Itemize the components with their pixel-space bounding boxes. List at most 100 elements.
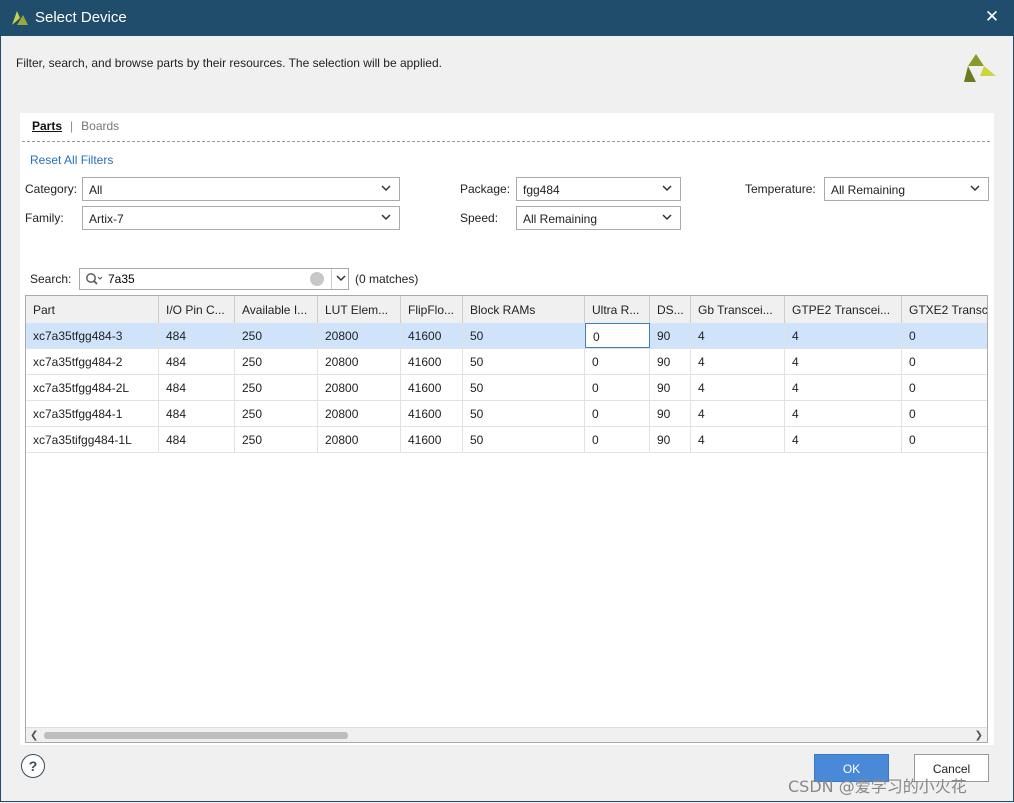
category-value: All (89, 183, 103, 197)
category-label: Category: (25, 182, 78, 196)
cell-block-rams: 50 (463, 349, 585, 374)
column-header-io-pins[interactable]: I/O Pin C... (159, 296, 235, 323)
cell-part: xc7a35tifgg484-1L (26, 427, 159, 452)
help-icon[interactable]: ? (21, 754, 45, 778)
cell-gtpe2-transceivers: 4 (785, 401, 902, 426)
reset-all-filters-link[interactable]: Reset All Filters (30, 153, 113, 167)
horizontal-scrollbar[interactable]: ❮ ❯ (26, 727, 987, 742)
cell-io-pins: 484 (159, 375, 235, 400)
scroll-left-icon[interactable]: ❮ (30, 730, 38, 741)
window-title: Select Device (35, 9, 127, 26)
search-icon[interactable] (85, 272, 103, 286)
speed-select[interactable]: All Remaining (516, 206, 681, 230)
cell-io-pins: 484 (159, 349, 235, 374)
cell-ultra-rams[interactable]: 0 (585, 323, 650, 348)
temperature-select[interactable]: All Remaining (824, 177, 989, 201)
cell-gb-transceivers: 4 (691, 375, 785, 400)
search-input[interactable] (108, 271, 308, 287)
vivado-logo-icon (12, 11, 28, 25)
cell-gtxe2-transceivers: 0 (902, 323, 987, 348)
search-box (79, 268, 349, 290)
search-divider (331, 269, 332, 289)
tab-boards[interactable]: Boards (81, 119, 119, 133)
xilinx-brand-icon (964, 54, 996, 82)
cell-dsps: 90 (650, 427, 691, 452)
column-header-ultra-rams[interactable]: Ultra R... (585, 296, 650, 323)
cell-lut-elements: 20800 (318, 323, 401, 348)
search-label: Search: (30, 272, 72, 286)
speed-label: Speed: (460, 211, 499, 225)
cell-block-rams: 50 (463, 375, 585, 400)
column-header-gtpe2-transceivers[interactable]: GTPE2 Transcei... (785, 296, 902, 323)
cell-gtpe2-transceivers: 4 (785, 323, 902, 348)
column-header-gtxe2-transceivers[interactable]: GTXE2 Transc (902, 296, 987, 323)
column-header-gb-transceivers[interactable]: Gb Transcei... (691, 296, 785, 323)
parts-table: Part I/O Pin C... Available I... LUT Ele… (25, 295, 988, 743)
cell-gb-transceivers: 4 (691, 323, 785, 348)
title-bar: Select Device ✕ (0, 0, 1014, 36)
package-select[interactable]: fgg484 (516, 177, 681, 201)
cell-flipflops: 41600 (401, 427, 463, 452)
cell-flipflops: 41600 (401, 375, 463, 400)
cell-gtxe2-transceivers: 0 (902, 349, 987, 374)
category-select[interactable]: All (82, 177, 400, 201)
cell-gtpe2-transceivers: 4 (785, 375, 902, 400)
package-label: Package: (460, 182, 511, 196)
column-header-flipflops[interactable]: FlipFlo... (401, 296, 463, 323)
scrollbar-thumb[interactable] (44, 732, 348, 739)
speed-value: All Remaining (523, 212, 598, 226)
table-row[interactable]: xc7a35tfgg484-2L 484 250 20800 41600 50 … (26, 375, 987, 401)
cell-dsps: 90 (650, 323, 691, 348)
column-header-dsps[interactable]: DS... (650, 296, 691, 323)
cell-part: xc7a35tfgg484-2 (26, 349, 159, 374)
cell-ultra-rams: 0 (585, 401, 650, 426)
cell-ultra-rams: 0 (585, 427, 650, 452)
cell-part: xc7a35tfgg484-1 (26, 401, 159, 426)
cell-dsps: 90 (650, 401, 691, 426)
tab-divider (22, 141, 990, 142)
chevron-down-icon[interactable] (336, 275, 346, 282)
cell-flipflops: 41600 (401, 323, 463, 348)
tab-parts[interactable]: Parts (32, 119, 62, 133)
table-row[interactable]: xc7a35tfgg484-3 484 250 20800 41600 50 0… (26, 323, 987, 349)
cell-ultra-rams: 0 (585, 375, 650, 400)
cell-io-pins: 484 (159, 401, 235, 426)
close-icon[interactable]: ✕ (984, 7, 1000, 27)
tab-separator: | (70, 119, 74, 133)
watermark: CSDN @爱学习的小火花 (788, 777, 967, 796)
cell-io-pins: 484 (159, 427, 235, 452)
column-header-block-rams[interactable]: Block RAMs (463, 296, 585, 323)
family-select[interactable]: Artix-7 (82, 206, 400, 230)
cell-gtxe2-transceivers: 0 (902, 401, 987, 426)
cell-gtxe2-transceivers: 0 (902, 427, 987, 452)
column-header-part[interactable]: Part (26, 296, 159, 323)
cell-available-io: 250 (235, 427, 318, 452)
chevron-down-icon (381, 214, 391, 221)
cell-gtxe2-transceivers: 0 (902, 375, 987, 400)
table-row[interactable]: xc7a35tfgg484-2 484 250 20800 41600 50 0… (26, 349, 987, 375)
chevron-down-icon (662, 214, 672, 221)
cell-ultra-rams: 0 (585, 349, 650, 374)
family-value: Artix-7 (89, 212, 124, 226)
chevron-down-icon (662, 185, 672, 192)
cell-gtpe2-transceivers: 4 (785, 427, 902, 452)
cell-flipflops: 41600 (401, 349, 463, 374)
scroll-right-icon[interactable]: ❯ (975, 730, 983, 741)
temperature-label: Temperature: (745, 182, 816, 196)
clear-icon[interactable] (310, 272, 324, 286)
column-header-available-io[interactable]: Available I... (235, 296, 318, 323)
cell-gtpe2-transceivers: 4 (785, 349, 902, 374)
column-header-lut-elements[interactable]: LUT Elem... (318, 296, 401, 323)
temperature-value: All Remaining (831, 183, 906, 197)
cell-block-rams: 50 (463, 323, 585, 348)
dialog-description: Filter, search, and browse parts by thei… (16, 56, 442, 70)
table-row[interactable]: xc7a35tfgg484-1 484 250 20800 41600 50 0… (26, 401, 987, 427)
cell-block-rams: 50 (463, 401, 585, 426)
cell-available-io: 250 (235, 375, 318, 400)
family-label: Family: (25, 211, 64, 225)
chevron-down-icon (381, 185, 391, 192)
cell-part: xc7a35tfgg484-3 (26, 323, 159, 348)
cell-available-io: 250 (235, 349, 318, 374)
table-row[interactable]: xc7a35tifgg484-1L 484 250 20800 41600 50… (26, 427, 987, 453)
tab-bar: Parts | Boards (32, 119, 119, 133)
